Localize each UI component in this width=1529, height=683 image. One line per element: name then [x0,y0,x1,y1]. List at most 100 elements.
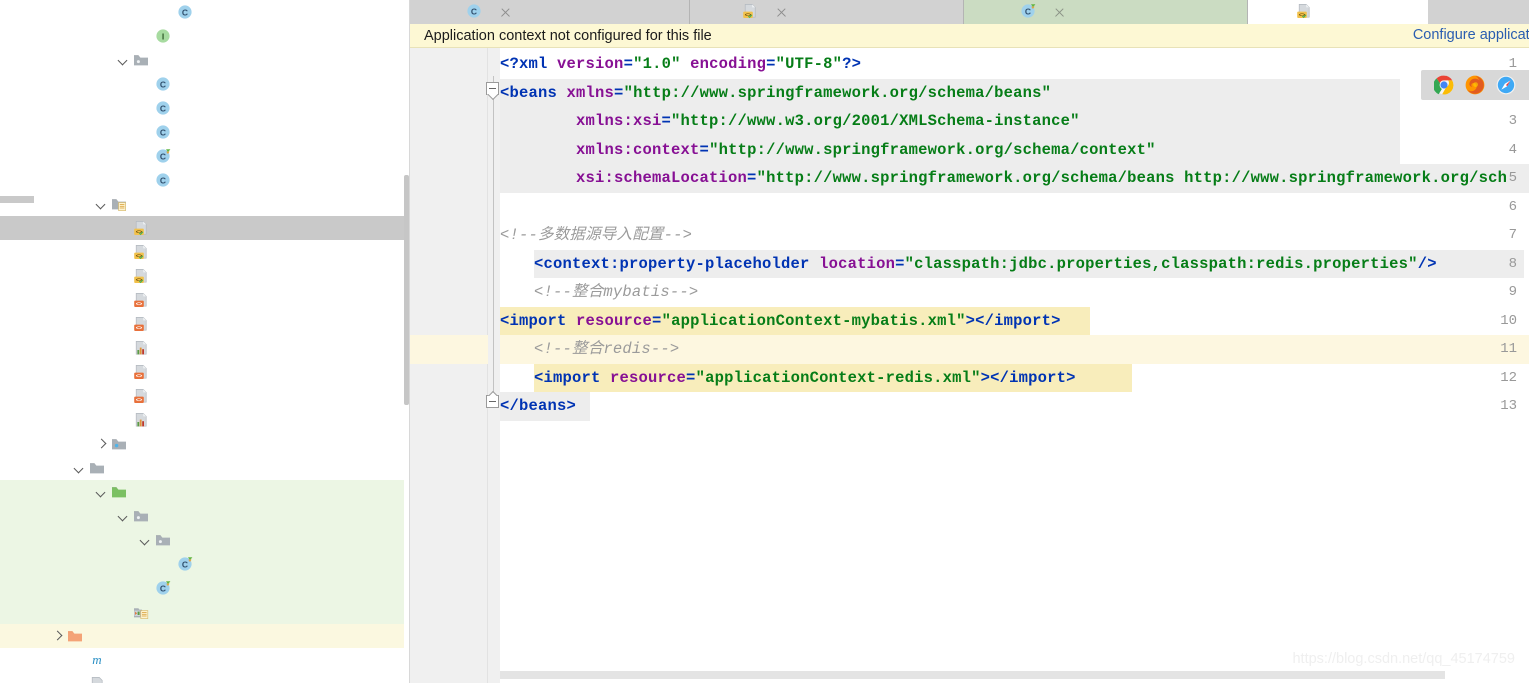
tree-item[interactable]: C [0,120,410,144]
java-class-icon: C [153,72,173,96]
tree-item[interactable]: <> [0,312,410,336]
tree-item[interactable] [0,408,410,432]
code-line[interactable]: <?xml version="1.0" encoding="UTF-8"?> [500,50,861,79]
code-line[interactable]: <beans xmlns="http://www.springframework… [500,79,1051,108]
tree-item[interactable]: I [0,24,410,48]
chrome-icon[interactable] [1433,75,1454,95]
code-line[interactable]: xmlns:xsi="http://www.w3.org/2001/XMLSch… [500,107,1080,136]
run-in-browser-toolbar[interactable] [1421,70,1529,100]
editor-tab[interactable]: <> [1248,0,1428,24]
tree-arrow-placeholder [138,576,153,600]
tree-item[interactable]: C [0,552,410,576]
tree-item[interactable] [0,336,410,360]
tree-item[interactable]: <> [0,240,410,264]
tree-expand-arrow[interactable] [116,504,131,528]
tree-item[interactable] [0,504,410,528]
tree-expand-arrow[interactable] [94,432,109,456]
tree-expand-arrow[interactable] [116,48,131,72]
tree-item[interactable]: <> [0,264,410,288]
code-line[interactable]: <!--整合mybatis--> [534,278,698,307]
tree-item[interactable]: C [0,168,410,192]
line-number: 3 [1508,113,1517,129]
svg-text:I: I [162,31,164,41]
line-number: 4 [1508,141,1517,158]
tree-item[interactable]: C [0,576,410,600]
java-class-icon: C [153,168,173,192]
code-line[interactable]: xsi:schemaLocation="http://www.springfra… [500,164,1507,193]
tree-arrow-placeholder [72,672,87,683]
java-class-modified-icon: C [153,144,173,168]
editor-notification-bar: Application context not configured for t… [410,24,1529,48]
tree-item[interactable] [0,672,410,683]
java-class-modified-icon: C [175,552,195,576]
tree-item[interactable] [0,456,410,480]
tree-item[interactable] [0,528,410,552]
tree-arrow-placeholder [116,384,131,408]
tree-arrow-placeholder [138,144,153,168]
tree-item[interactable] [0,624,410,648]
java-class-modified-icon: C [1020,3,1038,21]
editor-horizontal-scrollbar[interactable] [500,671,1445,679]
svg-text:C: C [1025,6,1031,16]
editor-tab-bar[interactable]: C <> C <> [410,0,1529,24]
notification-message: Application context not configured for t… [424,27,712,44]
xml-file-icon: <> [131,360,151,384]
tree-item[interactable]: C [0,0,410,24]
code-editor-area[interactable]: 1<?xml version="1.0" encoding="UTF-8"?>2… [410,48,1529,683]
tree-item[interactable] [0,48,410,72]
code-line[interactable]: xmlns:context="http://www.springframewor… [500,136,1156,165]
editor-tab[interactable]: C [964,0,1248,24]
tree-item[interactable]: <> [0,384,410,408]
code-line[interactable]: <!--整合redis--> [534,335,679,364]
code-folding-strip[interactable] [486,48,500,683]
tree-expand-arrow[interactable] [94,192,109,216]
svg-text:<>: <> [136,374,143,380]
xml-file-icon: <> [131,312,151,336]
tree-item[interactable]: C [0,144,410,168]
line-number: 8 [1508,255,1517,272]
tree-expand-arrow[interactable] [138,528,153,552]
tree-item[interactable]: <> [0,288,410,312]
ide-window: C I C C C C C <> <> <> <> <> <> <> C Cm C <> C <> Applicat… [0,0,1529,683]
svg-text:C: C [160,583,166,593]
fold-collapse-marker-beans-open[interactable] [486,82,499,95]
code-line[interactable]: <!--多数据源导入配置--> [500,221,692,250]
tree-arrow-placeholder [116,312,131,336]
code-line[interactable]: </beans> [500,392,576,421]
tree-item[interactable]: m [0,648,410,672]
tree-arrow-placeholder [116,336,131,360]
tree-arrow-placeholder [116,408,131,432]
tree-horizontal-scrollbar-thumb[interactable] [0,196,34,203]
fold-collapse-marker-beans-close[interactable] [486,395,499,408]
project-tree-list[interactable]: C I C C C C C <> <> <> <> <> <> <> C Cm [0,0,410,683]
tree-arrow-placeholder [116,264,131,288]
tree-arrow-placeholder [160,552,175,576]
firefox-icon[interactable] [1465,75,1485,95]
code-line[interactable]: <import resource="applicationContext-myb… [500,307,1061,336]
maven-pom-icon: m [87,648,107,672]
project-tree-panel[interactable]: C I C C C C C <> <> <> <> <> <> <> C Cm [0,0,410,683]
tree-item[interactable]: <> [0,360,410,384]
editor-tab[interactable]: C [410,0,690,24]
close-tab-icon[interactable] [1053,6,1066,19]
properties-file-icon [131,408,151,432]
safari-icon[interactable] [1496,75,1516,95]
close-tab-icon[interactable] [499,6,512,19]
tree-item[interactable] [0,600,410,624]
code-line[interactable]: <context:property-placeholder location="… [534,250,1437,279]
svg-text:<>: <> [136,302,143,308]
tree-expand-arrow[interactable] [50,624,65,648]
tree-arrow-placeholder [138,120,153,144]
tree-item[interactable] [0,192,410,216]
tree-expand-arrow[interactable] [94,480,109,504]
configure-application-context-link[interactable]: Configure applicatio [1413,27,1529,43]
tree-item[interactable] [0,480,410,504]
code-line[interactable]: <import resource="applicationContext-red… [534,364,1076,393]
tree-item[interactable]: <> [0,216,410,240]
tree-item[interactable] [0,432,410,456]
tree-expand-arrow[interactable] [72,456,87,480]
editor-tab[interactable]: <> [690,0,964,24]
close-tab-icon[interactable] [775,6,788,19]
tree-item[interactable]: C [0,72,410,96]
tree-item[interactable]: C [0,96,410,120]
